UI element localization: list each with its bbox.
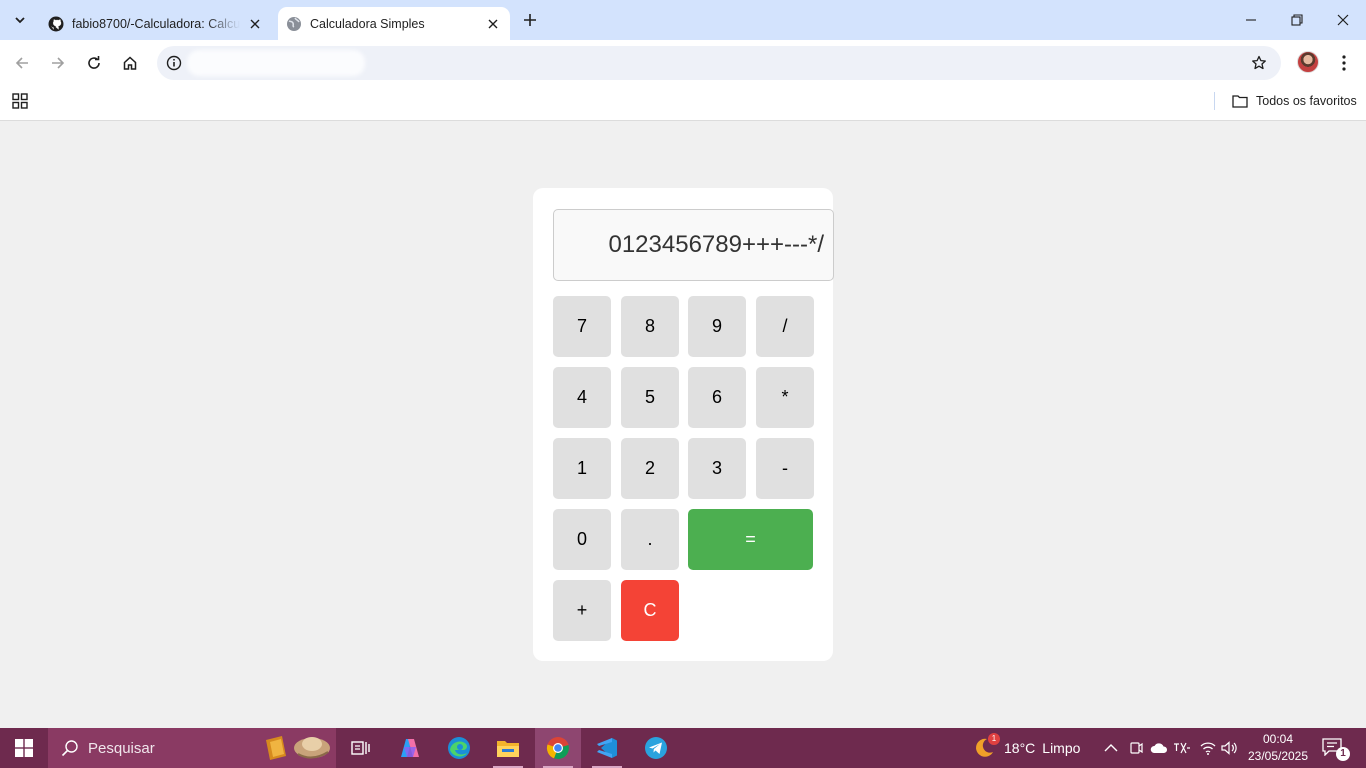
key-4[interactable]: 4: [553, 367, 611, 428]
tab-calculadora[interactable]: Calculadora Simples: [278, 7, 510, 40]
more-options-kebab-icon[interactable]: [1334, 51, 1354, 75]
key-1[interactable]: 1: [553, 438, 611, 499]
search-icon: [60, 738, 80, 758]
calculator-display[interactable]: 0123456789+++---*/: [553, 209, 834, 281]
tab-close-icon[interactable]: [484, 15, 502, 33]
weather-condition: Limpo: [1042, 740, 1081, 756]
chevron-up-icon[interactable]: [1101, 738, 1121, 758]
task-view-icon[interactable]: [337, 728, 383, 768]
key-add[interactable]: +: [553, 580, 611, 641]
folder-icon: [1232, 94, 1248, 108]
address-bar[interactable]: [157, 46, 1281, 80]
key-6[interactable]: 6: [688, 367, 746, 428]
file-explorer-icon[interactable]: [485, 728, 531, 768]
key-0[interactable]: 0: [553, 509, 611, 570]
volume-icon[interactable]: [1220, 738, 1240, 758]
system-clock[interactable]: 00:04 23/05/2025: [1244, 731, 1312, 765]
apps-grid-icon[interactable]: [11, 92, 29, 110]
meet-now-icon[interactable]: [1126, 738, 1146, 758]
key-7[interactable]: 7: [553, 296, 611, 357]
github-icon: [48, 16, 64, 32]
wifi-icon[interactable]: [1198, 738, 1218, 758]
restore-icon[interactable]: [1274, 0, 1320, 40]
tab-strip: fabio8700/-Calculadora: Calculadora Calc…: [0, 0, 1366, 40]
all-bookmarks-button[interactable]: Todos os favoritos: [1232, 91, 1357, 111]
all-bookmarks-label: Todos os favoritos: [1256, 94, 1357, 108]
reload-icon[interactable]: [80, 49, 108, 77]
new-tab-plus-icon[interactable]: [518, 8, 542, 32]
onedrive-cloud-icon[interactable]: [1149, 738, 1169, 758]
tab-title: fabio8700/-Calculadora: Calculadora: [72, 16, 240, 31]
key-equals[interactable]: =: [688, 509, 813, 570]
calculator: 0123456789+++---*/ 7 8 9 / 4 5 6 * 1 2 3…: [533, 188, 834, 661]
search-highlight-illustration: [266, 736, 330, 760]
windows-taskbar: Pesquisar 1 18°C Limpo 00:04 23/05/2025 …: [0, 728, 1366, 768]
home-icon[interactable]: [116, 49, 144, 77]
notification-count-badge: 1: [1336, 747, 1350, 761]
bookmark-star-icon[interactable]: [1249, 53, 1269, 73]
key-8[interactable]: 8: [621, 296, 679, 357]
bookmarks-bar: Todos os favoritos: [0, 84, 1366, 121]
key-2[interactable]: 2: [621, 438, 679, 499]
browser-toolbar: [0, 40, 1366, 84]
key-divide[interactable]: /: [756, 296, 814, 357]
close-window-icon[interactable]: [1320, 0, 1366, 40]
key-3[interactable]: 3: [688, 438, 746, 499]
weather-widget[interactable]: 1 18°C Limpo: [972, 728, 1080, 768]
edge-icon[interactable]: [436, 728, 482, 768]
key-subtract[interactable]: -: [756, 438, 814, 499]
globe-icon: [286, 16, 302, 32]
key-multiply[interactable]: *: [756, 367, 814, 428]
profile-avatar[interactable]: [1297, 51, 1319, 73]
clock-time: 00:04: [1262, 732, 1294, 746]
moon-weather-icon: 1: [972, 733, 1000, 760]
forward-arrow-icon[interactable]: [44, 49, 72, 77]
notification-center-icon[interactable]: 1: [1322, 738, 1350, 761]
tab-close-icon[interactable]: [246, 15, 264, 33]
telegram-icon[interactable]: [633, 728, 679, 768]
redacted-url: [187, 50, 365, 76]
key-clear[interactable]: C: [621, 580, 679, 641]
chrome-icon[interactable]: [535, 728, 581, 768]
site-info-icon[interactable]: [165, 54, 183, 72]
ime-keyboard-icon[interactable]: [1172, 738, 1192, 758]
bookmarks-separator: [1214, 92, 1215, 110]
weather-temperature: 18°C: [1004, 740, 1036, 756]
clock-date: 23/05/2025: [1247, 749, 1309, 763]
tab-title: Calculadora Simples: [310, 16, 425, 31]
key-9[interactable]: 9: [688, 296, 746, 357]
copilot-icon[interactable]: [387, 728, 433, 768]
key-5[interactable]: 5: [621, 367, 679, 428]
search-placeholder: Pesquisar: [88, 739, 155, 757]
windows-start-icon[interactable]: [0, 728, 48, 768]
vscode-icon[interactable]: [584, 728, 630, 768]
weather-badge: 1: [988, 733, 1000, 745]
back-arrow-icon[interactable]: [8, 49, 36, 77]
tab-search-chevron-down-icon[interactable]: [8, 8, 32, 32]
key-decimal[interactable]: .: [621, 509, 679, 570]
minimize-icon[interactable]: [1228, 0, 1274, 40]
tab-github[interactable]: fabio8700/-Calculadora: Calculadora: [40, 7, 272, 40]
